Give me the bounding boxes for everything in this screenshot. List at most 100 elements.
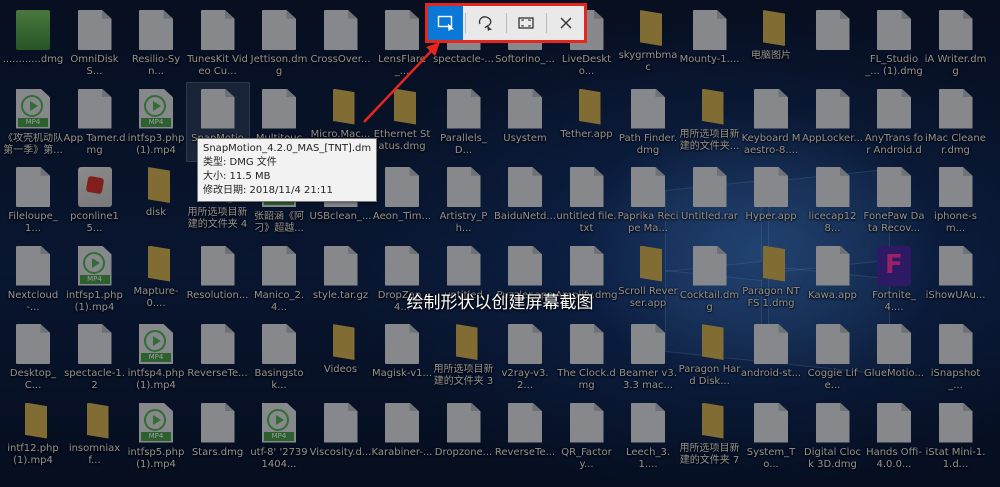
desktop-icon[interactable]: Hands Offi-4.0.0... <box>863 397 925 475</box>
desktop-icon[interactable]: Digital Clock 3D.dmg <box>802 397 864 475</box>
desktop-icon[interactable]: MP4 intfsp4.php (1).mp4 <box>125 318 187 396</box>
desktop[interactable]: ............dmg OmniDiskS... Resilio-Syn..… <box>0 0 1000 487</box>
desktop-icon[interactable]: Artistry_Ph... <box>433 161 495 239</box>
desktop-icon[interactable]: Tether.app <box>556 83 618 161</box>
desktop-icon[interactable]: Leech_3.1.... <box>617 397 679 475</box>
desktop-icon[interactable]: Parallels_D... <box>433 83 495 161</box>
desktop-icon[interactable]: Path Finder.dmg <box>617 83 679 161</box>
file-icon <box>815 402 850 443</box>
desktop-icon[interactable]: Kawa.app <box>802 240 864 318</box>
desktop-icon[interactable]: App Tamer.dmg <box>64 83 126 161</box>
desktop-icon[interactable]: iStat Mini-1.1.d... <box>925 397 987 475</box>
desktop-icon[interactable]: licecap128... <box>802 161 864 239</box>
desktop-icon[interactable]: Resilio-Syn... <box>125 4 187 82</box>
desktop-icon[interactable]: 用所选项目新建的文件夹 3 <box>433 318 495 396</box>
desktop-icon[interactable]: Beamer v3.3.3 mac... <box>617 318 679 396</box>
desktop-icon[interactable]: Hyper.app <box>740 161 802 239</box>
desktop-icon[interactable]: android-st... <box>740 318 802 396</box>
desktop-icon[interactable]: v2ray-v3.2... <box>494 318 556 396</box>
desktop-icon[interactable]: FL_Studio_... (1).dmg <box>863 4 925 82</box>
desktop-icon[interactable]: Mapture-0.... <box>125 240 187 318</box>
desktop-icon[interactable]: iphone-sm... <box>925 161 987 239</box>
desktop-icon[interactable]: iShowUAu... <box>925 240 987 318</box>
desktop-icon[interactable]: LensFlare_... <box>371 4 433 82</box>
desktop-icon[interactable] <box>802 4 864 82</box>
desktop-icon[interactable]: MP4 intfsp3.php (1).mp4 <box>125 83 187 161</box>
desktop-icon[interactable]: TunesKit Video Cu... <box>187 4 249 82</box>
rectangular-snip-button[interactable] <box>428 6 464 40</box>
desktop-icon[interactable]: Keyboard Maestro-8.... <box>740 83 802 161</box>
desktop-icon[interactable]: Coggie Life... <box>802 318 864 396</box>
desktop-icon[interactable]: GlueMotio... <box>863 318 925 396</box>
desktop-icon[interactable]: Manico_2.4... <box>248 240 310 318</box>
desktop-icon[interactable]: Videos <box>310 318 372 396</box>
desktop-icon[interactable]: Dropzone... <box>433 397 495 475</box>
desktop-icon[interactable]: ReverseTe... <box>187 318 249 396</box>
file-icon <box>262 88 296 129</box>
desktop-icon[interactable]: Aeon_Tim... <box>371 161 433 239</box>
desktop-icon[interactable]: Nextcloud-... <box>2 240 64 318</box>
desktop-icon-label: 电脑图片 <box>751 50 791 61</box>
desktop-icon[interactable]: iSnapshot_... <box>925 318 987 396</box>
close-snip-button[interactable] <box>549 6 584 40</box>
folder-icon <box>86 402 109 439</box>
desktop-icon[interactable]: Resolution... <box>187 240 249 318</box>
desktop-icon[interactable]: MP4 intfsp5.php (1).mp4 <box>125 397 187 475</box>
desktop-icon[interactable]: AppLocker... <box>802 83 864 161</box>
desktop-icon[interactable]: Basingstok... <box>248 318 310 396</box>
fullscreen-snip-button[interactable] <box>509 6 544 40</box>
desktop-icon[interactable]: ReverseTe... <box>494 397 556 475</box>
file-icon <box>877 402 911 443</box>
desktop-icon[interactable]: Usystem <box>494 83 556 161</box>
desktop-icon[interactable]: iA Writer.dmg <box>925 4 987 82</box>
desktop-icon[interactable]: spectacle-1.2 <box>64 318 126 396</box>
desktop-icon[interactable]: Fileloupe_1... <box>2 161 64 239</box>
desktop-icon-label: Kawa.app <box>808 289 857 301</box>
desktop-icon[interactable]: Stars.dmg <box>187 397 249 475</box>
desktop-icon[interactable]: untitled file.txt <box>556 161 618 239</box>
file-icon <box>446 402 481 443</box>
desktop-icon[interactable]: iMac Cleaner.dmg <box>925 83 987 161</box>
desktop-icon[interactable]: FonePaw Data Recov... <box>863 161 925 239</box>
desktop-icon[interactable]: Karabiner-... <box>371 397 433 475</box>
folder-icon <box>394 88 416 125</box>
desktop-icon[interactable]: Paragon Hard Disk... <box>679 318 741 396</box>
desktop-icon[interactable]: System_To... <box>740 397 802 475</box>
desktop-icon[interactable]: CrossOver... <box>310 4 372 82</box>
desktop-icon[interactable]: Jettison.dmg <box>248 4 310 82</box>
desktop-icon[interactable]: MP4 utf-8' '27391404... <box>248 397 310 475</box>
desktop-icon[interactable]: OmniDiskS... <box>64 4 126 82</box>
desktop-icon[interactable]: Magisk-v1... <box>371 318 433 396</box>
desktop-icon[interactable]: MP4 《攻壳机动队第一季》第... <box>2 83 64 161</box>
mp4-tag: MP4 <box>141 117 171 127</box>
desktop-icon[interactable]: QR_Factory... <box>556 397 618 475</box>
desktop-icon[interactable]: The Clock.dmg <box>556 318 618 396</box>
desktop-icon[interactable]: Paragon NTFS 1.dmg <box>740 240 802 318</box>
desktop-icon[interactable]: MP4 intfsp1.php (1).mp4 <box>64 240 126 318</box>
desktop-icon[interactable]: ............dmg <box>2 4 64 82</box>
desktop-icon[interactable]: Paprika Recipe Ma... <box>617 161 679 239</box>
desktop-icon[interactable]: 电脑图片 <box>740 4 802 82</box>
desktop-icon[interactable]: skygrmbmac <box>617 4 679 82</box>
desktop-icon[interactable]: Ethernet Status.dmg <box>371 83 433 161</box>
desktop-icon[interactable]: intf12.php (1).mp4 <box>2 397 64 475</box>
desktop-icon[interactable]: Cocktail.dmg <box>679 240 741 318</box>
video-icon: MP4 <box>16 88 50 129</box>
desktop-icon-label: Manico_2.4... <box>253 289 305 313</box>
desktop-icon[interactable]: pconline15... <box>64 161 126 239</box>
file-icon <box>815 10 850 50</box>
mp4-tag: MP4 <box>141 353 171 362</box>
desktop-icon[interactable]: Mounty-1.... <box>679 4 741 82</box>
desktop-icon[interactable]: 用所选项目新建的文件夹... <box>679 83 741 161</box>
desktop-icon[interactable]: disk <box>125 161 187 239</box>
desktop-icon[interactable]: BaiduNetd... <box>494 161 556 239</box>
desktop-icon[interactable]: Untitled.rar <box>679 161 741 239</box>
desktop-icon-label: CrossOver... <box>310 54 371 65</box>
desktop-icon[interactable]: Fortnite_4.... <box>863 240 925 318</box>
freeform-snip-button[interactable] <box>468 6 503 40</box>
desktop-icon[interactable]: Viscosity.d... <box>310 397 372 475</box>
desktop-icon[interactable]: 用所选项目新建的文件夹 7 <box>679 397 741 475</box>
desktop-icon[interactable]: AnyTrans for Android.dmg <box>863 83 925 161</box>
desktop-icon[interactable]: insomniaxf... <box>64 397 126 475</box>
desktop-icon[interactable]: Desktop_C... <box>2 318 64 396</box>
